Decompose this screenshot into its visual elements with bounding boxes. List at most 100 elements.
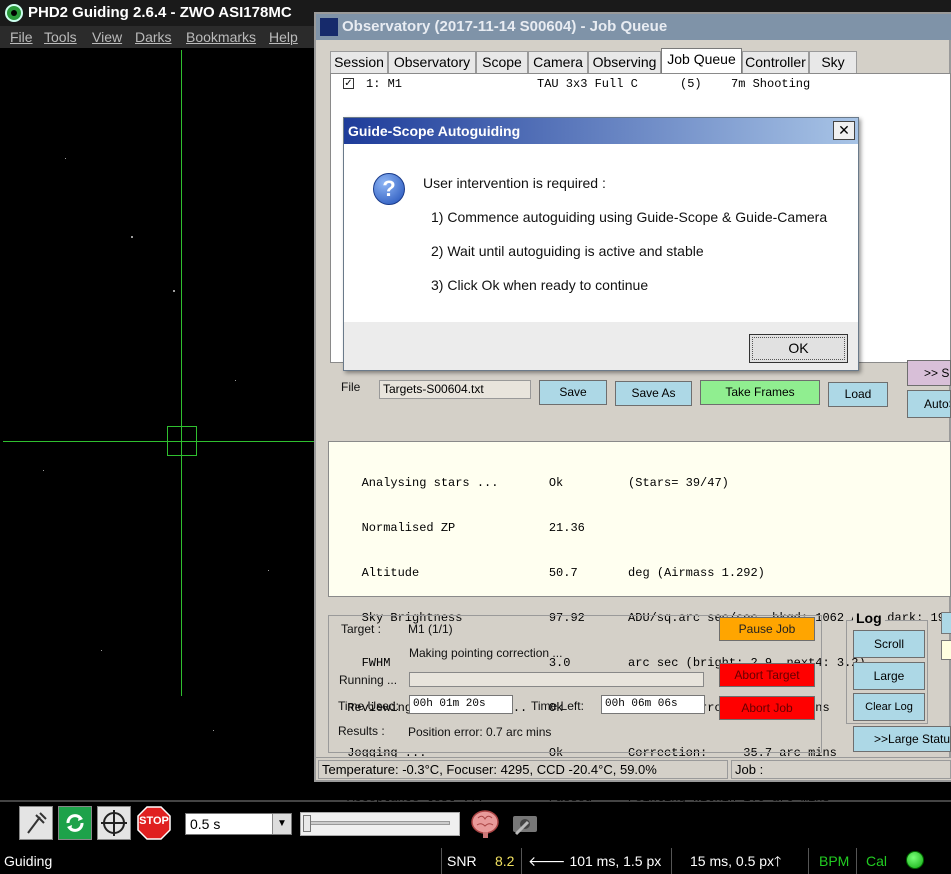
job-progress-bar xyxy=(409,672,704,687)
dialog-step-1: 1) Commence autoguiding using Guide-Scop… xyxy=(431,209,828,225)
file-name-field[interactable]: Targets-S00604.txt xyxy=(379,380,531,399)
stop-button[interactable]: STOP xyxy=(137,806,171,840)
chevron-down-icon[interactable]: ▼ xyxy=(272,814,291,834)
running-label: Running ... xyxy=(339,673,398,687)
usb-plug-icon xyxy=(27,812,47,834)
star xyxy=(213,730,214,731)
large-log-button[interactable]: Large xyxy=(853,662,925,690)
auto-side-button[interactable]: AutoS xyxy=(907,390,951,418)
dialog-title: Guide-Scope Autoguiding xyxy=(348,123,521,139)
queue-row-checkbox[interactable]: ✓ xyxy=(343,78,354,89)
star xyxy=(173,290,175,292)
dialog-title-bar: Guide-Scope Autoguiding xyxy=(344,118,858,144)
bpm-indicator: BPM xyxy=(808,848,854,874)
star xyxy=(268,570,269,571)
dec-correction-value: 15 ms, 0.5 px xyxy=(690,853,775,869)
queue-row-params[interactable]: TAU 3x3 Full C xyxy=(537,77,638,91)
target-label: Target : xyxy=(341,622,382,636)
snr-value: 8.2 xyxy=(495,853,515,869)
menu-tools[interactable]: Tools xyxy=(44,29,77,45)
close-icon[interactable]: ✕ xyxy=(833,121,855,140)
menu-darks[interactable]: Darks xyxy=(135,29,172,45)
time-left-field: 00h 06m 06s xyxy=(601,695,705,714)
tab-scope[interactable]: Scope xyxy=(476,51,528,73)
expand-side-button[interactable]: >> S xyxy=(907,360,951,386)
menu-help[interactable]: Help xyxy=(269,29,298,45)
save-as-button[interactable]: Save As xyxy=(615,381,692,406)
target-reticle-icon xyxy=(101,810,127,836)
log-line: Analysing stars ... Ok (Stars= 39/47) xyxy=(340,476,729,490)
take-frames-button[interactable]: Take Frames xyxy=(700,380,820,405)
observatory-title-text: Observatory (2017-11-14 S00604) - Job Qu… xyxy=(342,18,668,35)
tab-sky[interactable]: Sky xyxy=(809,51,857,73)
log-group-title: Log xyxy=(853,610,885,626)
tab-observing[interactable]: Observing xyxy=(588,51,661,73)
exposure-value: 0.5 s xyxy=(190,816,221,832)
guide-star-box xyxy=(167,426,197,456)
dec-correction: 15 ms, 0.5 px🡑 xyxy=(671,848,796,874)
phd-title-text: PHD2 Guiding 2.6.4 - ZWO ASI178MC xyxy=(28,4,292,21)
menu-view[interactable]: View xyxy=(92,29,122,45)
job-activity: Making pointing correction ... xyxy=(409,646,563,660)
menu-file[interactable]: File xyxy=(10,29,33,45)
guide-state: Guiding xyxy=(4,853,53,869)
dialog-heading: User intervention is required : xyxy=(423,175,606,191)
dialog-step-2: 2) Wait until autoguiding is active and … xyxy=(431,243,704,259)
log-line: Altitude 50.7 deg (Airmass 1.292) xyxy=(340,566,765,580)
queue-row-count[interactable]: (5) xyxy=(680,77,702,91)
loop-button[interactable] xyxy=(58,806,92,840)
guide-camera-view[interactable] xyxy=(3,50,315,800)
abort-job-button[interactable]: Abort Job xyxy=(719,696,815,720)
arrow-left-icon: 🡐 xyxy=(528,853,566,869)
guide-button[interactable] xyxy=(97,806,131,840)
results-value: Position error: 0.7 arc mins xyxy=(408,725,552,739)
crosshair-horizontal xyxy=(3,441,315,442)
tab-observatory[interactable]: Observatory xyxy=(388,51,476,73)
dialog-step-3: 3) Click Ok when ready to continue xyxy=(431,277,649,293)
save-button[interactable]: Save xyxy=(539,380,607,405)
connect-equipment-button[interactable] xyxy=(19,806,53,840)
load-button[interactable]: Load xyxy=(828,382,888,407)
pause-job-button[interactable]: Pause Job xyxy=(719,617,815,641)
side-button-partial[interactable] xyxy=(941,612,951,634)
cal-indicator: Cal xyxy=(856,848,896,874)
gamma-slider-track xyxy=(308,821,450,825)
queue-row-status[interactable]: 7m Shooting xyxy=(731,77,810,91)
tab-camera[interactable]: Camera xyxy=(528,51,588,73)
tab-job-queue[interactable]: Job Queue xyxy=(661,48,742,74)
ra-correction-value: 101 ms, 1.5 px xyxy=(569,853,662,869)
phd-logo-icon xyxy=(5,4,23,22)
gamma-slider-thumb[interactable] xyxy=(303,815,311,832)
menu-bookmarks[interactable]: Bookmarks xyxy=(186,29,256,45)
scroll-log-button[interactable]: Scroll xyxy=(853,630,925,658)
tab-controller[interactable]: Controller xyxy=(742,51,809,73)
file-label: File xyxy=(341,380,361,394)
status-led-icon xyxy=(906,851,924,869)
target-value: M1 (1/1) xyxy=(408,622,453,636)
time-used-field: 00h 01m 20s xyxy=(409,695,513,714)
loop-arrows-icon xyxy=(66,814,84,832)
tab-session[interactable]: Session xyxy=(330,51,388,73)
queue-row-index[interactable]: 1: M1 xyxy=(366,77,402,91)
abort-target-button[interactable]: Abort Target xyxy=(719,663,815,687)
star xyxy=(235,380,236,381)
log-line: Acceptance test ... Passed Pointing with… xyxy=(340,791,830,805)
job-status: Job : xyxy=(731,760,951,779)
question-icon: ? xyxy=(373,173,405,205)
ok-button[interactable]: OK xyxy=(749,334,848,363)
crosshair-vertical xyxy=(181,50,182,696)
phd-menu-bar: File Tools View Darks Bookmarks Help xyxy=(0,26,320,48)
time-left-label: Time Left: xyxy=(531,699,584,713)
star xyxy=(101,650,102,651)
results-label: Results : xyxy=(338,724,385,738)
observatory-title-bar: Observatory (2017-11-14 S00604) - Job Qu… xyxy=(316,14,951,40)
ra-correction: 🡐 101 ms, 1.5 px xyxy=(521,848,671,874)
arrow-up-icon: 🡑 xyxy=(774,853,782,869)
clear-log-button[interactable]: Clear Log xyxy=(853,693,925,721)
observatory-app-icon xyxy=(320,18,338,36)
large-status-button[interactable]: >>Large Status xyxy=(853,726,951,752)
star xyxy=(43,470,44,471)
time-used-label: Time Used: xyxy=(338,699,399,713)
environment-status: Temperature: -0.3°C, Focuser: 4295, CCD … xyxy=(318,760,728,779)
log-line: Normalised ZP 21.36 xyxy=(340,521,585,535)
